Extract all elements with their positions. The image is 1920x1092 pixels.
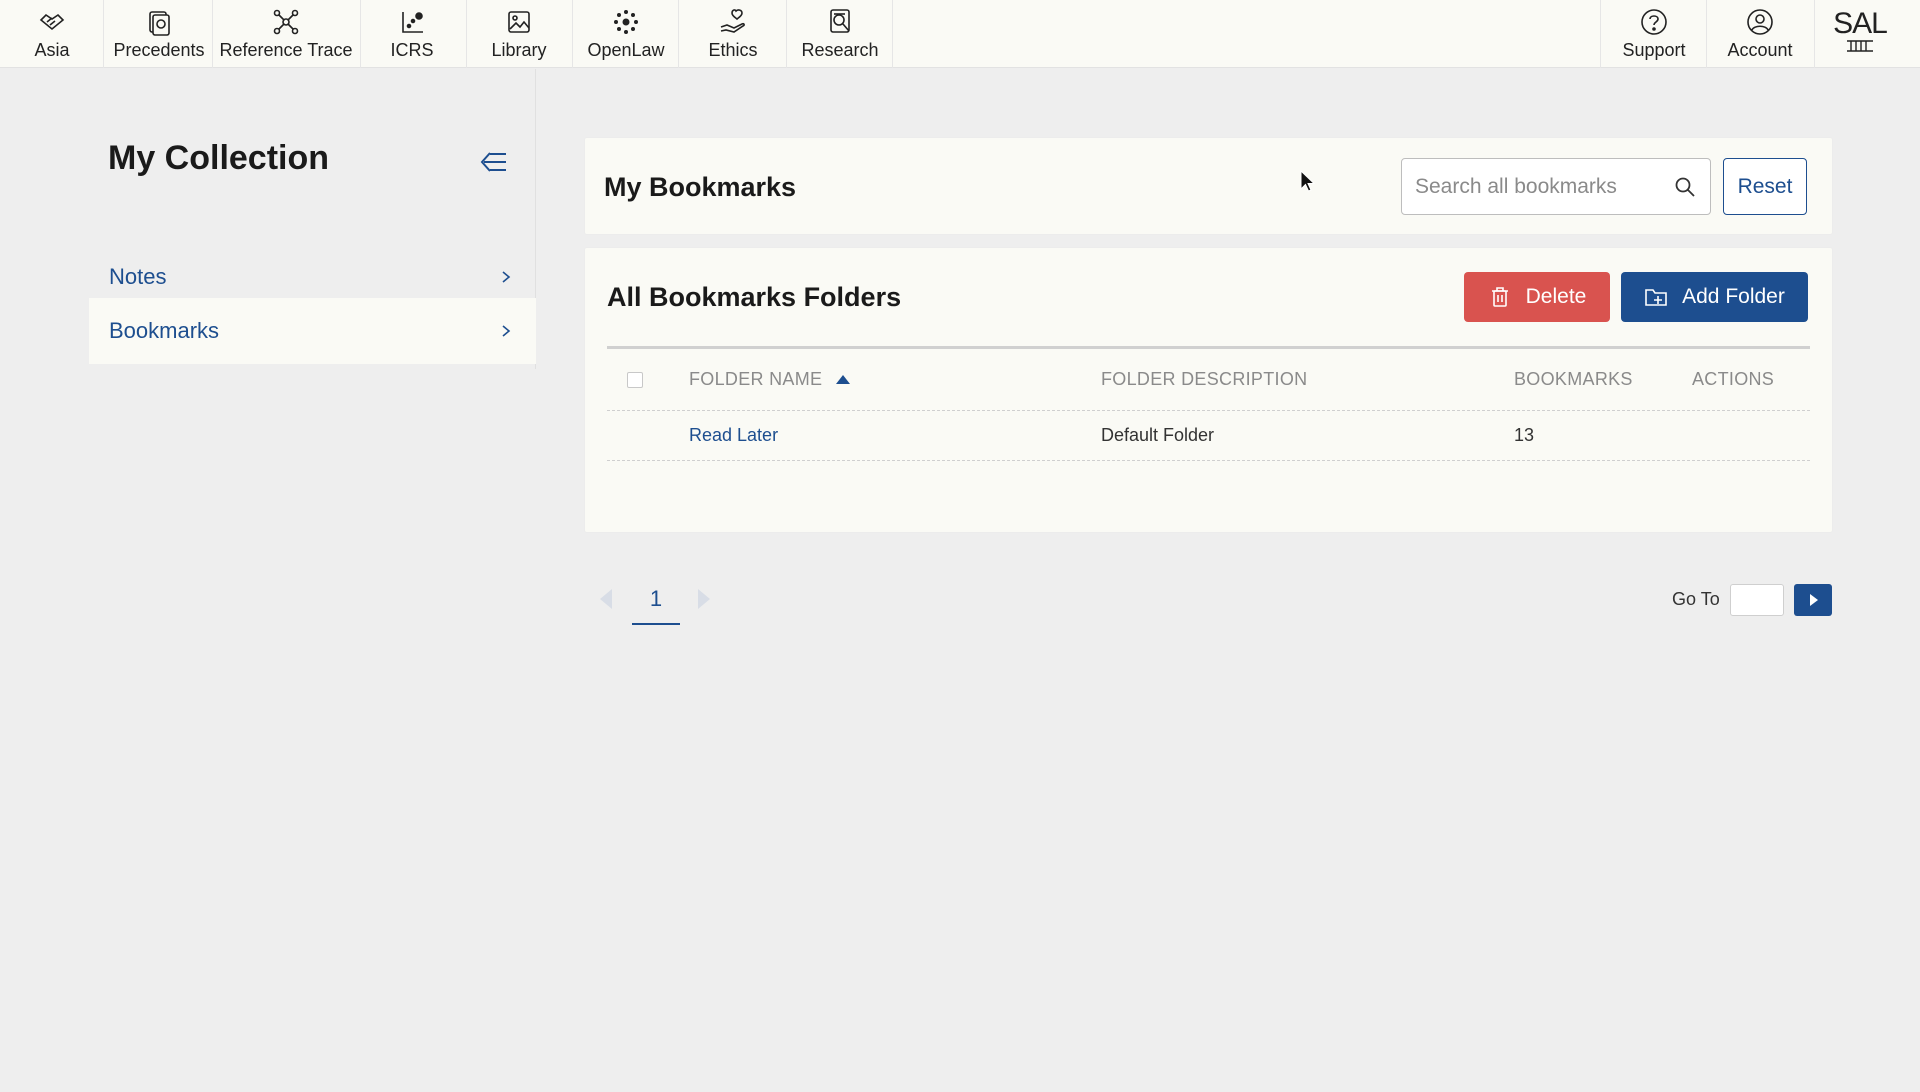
nav-divider xyxy=(360,0,361,68)
nav-item-reference-trace[interactable]: Reference Trace xyxy=(219,0,353,68)
nav-divider xyxy=(1600,0,1601,68)
nav-item-support[interactable]: Support xyxy=(1614,0,1694,68)
sidebar-item-label: Notes xyxy=(109,264,167,289)
nav-divider xyxy=(1706,0,1707,68)
nav-divider xyxy=(103,0,104,68)
previous-page-icon[interactable] xyxy=(600,589,612,609)
openlaw-icon xyxy=(610,7,642,37)
nav-label: Support xyxy=(1622,40,1686,60)
select-all-cell xyxy=(627,349,643,410)
nav-label: Reference Trace xyxy=(219,40,353,60)
trash-icon xyxy=(1491,287,1508,307)
goto-label: Go To xyxy=(1672,589,1720,609)
add-folder-button[interactable]: Add Folder xyxy=(1621,272,1808,322)
nav-label: Asia xyxy=(34,40,70,60)
library-icon xyxy=(503,7,535,37)
folder-description: Default Folder xyxy=(1101,425,1215,445)
collapse-sidebar-icon[interactable] xyxy=(476,145,510,179)
nav-divider xyxy=(212,0,213,68)
add-folder-button-label: Add Folder xyxy=(1682,285,1785,308)
documents-icon xyxy=(143,7,175,37)
play-arrow-icon xyxy=(1810,594,1818,606)
column-header-bookmarks: BOOKMARKS xyxy=(1514,349,1633,410)
bookmarks-count: 13 xyxy=(1514,425,1535,445)
nav-item-asia[interactable]: Asia xyxy=(26,0,78,68)
nav-label: Account xyxy=(1727,40,1793,60)
top-navigation: Asia Precedents Reference Trace ICRS Lib… xyxy=(0,0,1920,68)
column-header-label: FOLDER DESCRIPTION xyxy=(1101,369,1308,389)
column-header-actions: ACTIONS xyxy=(1692,349,1774,410)
nav-item-account[interactable]: Account xyxy=(1720,0,1800,68)
select-all-checkbox[interactable] xyxy=(627,371,643,388)
bookmark-folders-card: All Bookmarks Folders Delete Add Folder … xyxy=(584,247,1833,533)
folder-name-cell: Read Later xyxy=(689,411,778,460)
nav-divider xyxy=(466,0,467,68)
column-header-folder-description: FOLDER DESCRIPTION xyxy=(1101,349,1307,410)
folders-table: FOLDER NAME FOLDER DESCRIPTION BOOKMARKS… xyxy=(607,346,1810,461)
bookmarks-count-cell: 13 xyxy=(1514,411,1534,460)
goto-page-button[interactable] xyxy=(1794,584,1832,616)
search-box[interactable] xyxy=(1401,158,1711,215)
folder-plus-icon xyxy=(1645,289,1667,306)
folder-name-link[interactable]: Read Later xyxy=(689,425,778,446)
nav-label: Precedents xyxy=(113,40,205,60)
user-icon xyxy=(1744,7,1776,37)
folder-description-cell: Default Folder xyxy=(1101,411,1214,460)
nav-divider xyxy=(892,0,893,68)
nav-label: OpenLaw xyxy=(587,40,665,60)
table-header-row: FOLDER NAME FOLDER DESCRIPTION BOOKMARKS… xyxy=(607,349,1810,411)
handshake-icon xyxy=(36,7,68,37)
reset-button[interactable]: Reset xyxy=(1723,158,1807,215)
sort-ascending-icon xyxy=(836,375,851,384)
nav-label: ICRS xyxy=(390,40,434,60)
bookmarks-header-card: My Bookmarks Reset xyxy=(584,137,1833,235)
chevron-right-icon xyxy=(502,325,511,337)
nav-item-research[interactable]: Research xyxy=(800,0,880,68)
network-icon xyxy=(270,7,302,37)
nav-item-openlaw[interactable]: OpenLaw xyxy=(584,0,668,68)
sidebar-item-label: Bookmarks xyxy=(109,318,220,343)
search-icon[interactable] xyxy=(1673,175,1697,199)
help-icon xyxy=(1638,7,1670,37)
nav-divider xyxy=(786,0,787,68)
nav-item-icrs[interactable]: ICRS xyxy=(380,0,444,68)
nav-label: Ethics xyxy=(708,40,758,60)
column-header-label: FOLDER NAME xyxy=(689,369,823,389)
sal-logo[interactable]: SAL xyxy=(1830,8,1890,58)
page-title: My Bookmarks xyxy=(604,172,797,202)
column-header-label: BOOKMARKS xyxy=(1514,369,1633,389)
delete-button[interactable]: Delete xyxy=(1464,272,1610,322)
sidebar-title: My Collection xyxy=(108,139,330,177)
delete-button-label: Delete xyxy=(1525,285,1587,308)
goto-page-input[interactable] xyxy=(1730,584,1784,616)
column-header-label: ACTIONS xyxy=(1692,369,1775,389)
nav-label: Research xyxy=(801,40,879,60)
logo-columns-icon xyxy=(1847,40,1873,52)
pagination: 1 Go To xyxy=(584,575,1833,625)
nav-divider xyxy=(678,0,679,68)
search-input[interactable] xyxy=(1402,174,1673,199)
nav-item-library[interactable]: Library xyxy=(482,0,556,68)
next-page-icon[interactable] xyxy=(698,589,710,609)
table-row: Read Later Default Folder 13 xyxy=(607,411,1810,461)
logo-text: SAL xyxy=(1833,7,1888,40)
sidebar: My Collection Notes Bookmarks xyxy=(0,69,536,1092)
page-number-current[interactable]: 1 xyxy=(632,575,680,625)
chevron-right-icon xyxy=(502,271,511,283)
nav-item-precedents[interactable]: Precedents xyxy=(112,0,206,68)
nav-label: Library xyxy=(491,40,547,60)
ethics-icon xyxy=(717,7,749,37)
nav-item-ethics[interactable]: Ethics xyxy=(700,0,766,68)
section-title: All Bookmarks Folders xyxy=(607,282,902,312)
nav-divider xyxy=(1814,0,1815,68)
chart-icon xyxy=(396,7,428,37)
mouse-cursor-icon xyxy=(1300,170,1316,192)
column-header-folder-name[interactable]: FOLDER NAME xyxy=(689,349,851,410)
research-icon xyxy=(824,7,856,37)
nav-divider xyxy=(572,0,573,68)
sidebar-item-bookmarks[interactable]: Bookmarks xyxy=(89,298,536,364)
